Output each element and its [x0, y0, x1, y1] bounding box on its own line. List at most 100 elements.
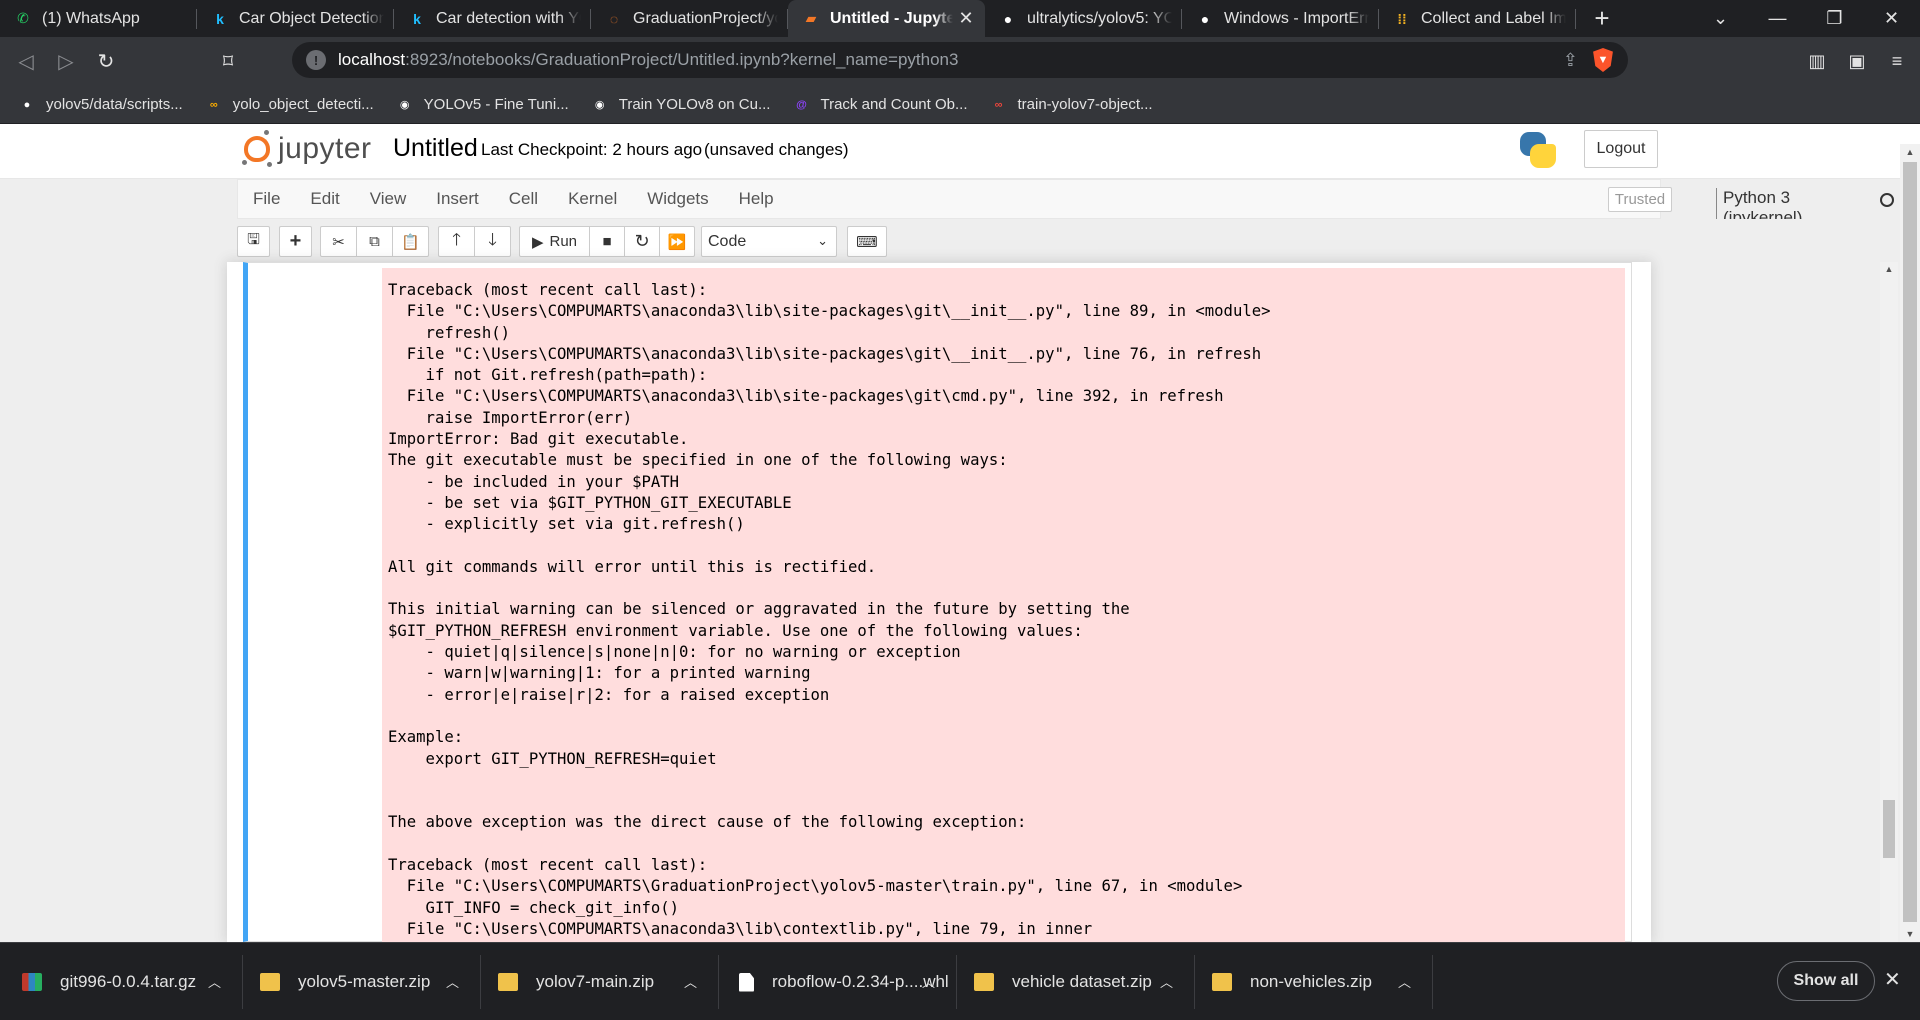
bookmark-label: Train YOLOv8 on Cu... — [618, 96, 771, 113]
notebook-name[interactable]: Untitled — [393, 134, 478, 163]
menu-items: File Edit View Insert Cell Kernel Widgets Help — [238, 189, 789, 209]
chevron-up-icon[interactable]: ︿ — [446, 972, 459, 991]
move-up-icon[interactable]: 🡑 — [438, 226, 475, 257]
insert-cell-icon[interactable]: + — [279, 226, 312, 257]
menu-view[interactable]: View — [355, 189, 422, 209]
download-item[interactable]: yolov7-main.zip ︿ — [498, 952, 712, 1012]
traceback-line: - explicitly set via git.refresh() — [388, 515, 745, 534]
bookmark-item[interactable]: @ Track and Count Ob... — [792, 96, 967, 114]
jupyter-logo[interactable]: jupyter — [242, 130, 372, 168]
browser-tab[interactable]: ● ultralytics/yolov5: YOLOv5 — [985, 0, 1182, 37]
browser-tab[interactable]: ✆ (1) WhatsApp — [0, 0, 197, 37]
traceback-line: - warn|w|warning|1: for a printed warnin… — [388, 664, 811, 683]
reload-icon[interactable]: ↻ — [86, 42, 126, 82]
move-down-icon[interactable]: 🡓 — [474, 226, 511, 257]
browser-menu-icon[interactable]: ≡ — [1884, 51, 1910, 72]
interrupt-icon[interactable]: ■ — [589, 226, 625, 257]
download-item[interactable]: git996-0.0.4.tar.gz ︿ — [22, 952, 236, 1012]
scroll-up-icon[interactable]: ▲ — [1880, 264, 1898, 274]
browser-right-controls: ▥ ▣ ≡ — [1804, 37, 1910, 86]
notebook-toolbar: 🖫 + ✂ ⧉ 📋 🡑 🡓 ▶ Run ■ ↻ ⏩ Code ⌄ ⌨ — [0, 219, 1920, 262]
page-scrollbar[interactable]: ▲ ▼ — [1900, 144, 1920, 942]
cut-icon[interactable]: ✂ — [320, 226, 357, 257]
bookmark-item[interactable]: ◉ Train YOLOv8 on Cu... — [591, 96, 771, 114]
bookmark-item[interactable]: ◉ YOLOv5 - Fine Tuni... — [396, 96, 569, 114]
chevron-up-icon[interactable]: ︿ — [1398, 972, 1411, 991]
brave-shields-icon[interactable]: ▼ — [1593, 48, 1613, 72]
browser-tab[interactable]: ⁞⁞ Collect and Label Images — [1379, 0, 1576, 37]
site-icon: ◉ — [594, 99, 605, 111]
tab-search-chevron-icon[interactable]: ⌄ — [1692, 0, 1749, 37]
restart-kernel-icon[interactable]: ↻ — [624, 226, 660, 257]
scroll-up-icon[interactable]: ▲ — [1900, 144, 1920, 160]
traceback-line: - quiet|q|silence|s|none|n|0: for no war… — [388, 643, 961, 662]
menu-kernel[interactable]: Kernel — [553, 189, 632, 209]
traceback-line: File "C:\Users\COMPUMARTS\anaconda3\lib\… — [388, 919, 1093, 938]
bookmark-item[interactable]: ∞ train-yolov7-object... — [990, 96, 1153, 114]
close-downloads-icon[interactable]: ✕ — [1884, 967, 1901, 992]
bookmark-item[interactable]: ∞ yolo_object_detecti... — [205, 96, 374, 114]
show-all-downloads-button[interactable]: Show all — [1777, 961, 1875, 1001]
chevron-up-icon[interactable]: ︿ — [208, 972, 221, 991]
download-item[interactable]: non-vehicles.zip ︿ — [1212, 952, 1426, 1012]
close-window-icon[interactable]: ✕ — [1863, 0, 1920, 37]
jupyter-header: jupyter Untitled Last Checkpoint: 2 hour… — [0, 124, 1920, 179]
keyboard-shortcuts-icon[interactable]: ⌨ — [847, 226, 887, 257]
zip-folder-icon — [498, 973, 518, 991]
share-icon[interactable]: ⇪ — [1563, 50, 1578, 71]
page-scroll-thumb[interactable] — [1903, 162, 1917, 922]
address-bar[interactable]: ! localhost:8923/notebooks/GraduationPro… — [292, 42, 1628, 78]
traceback-line: This initial warning can be silenced or … — [388, 600, 1130, 619]
copy-icon[interactable]: ⧉ — [356, 226, 393, 257]
traceback-line: - be included in your $PATH — [388, 472, 680, 491]
wallet-icon[interactable]: ▣ — [1844, 51, 1870, 72]
download-item[interactable]: roboflow-0.2.34-p....whl ︿ — [736, 952, 950, 1012]
close-tab-icon[interactable]: ✕ — [957, 8, 975, 29]
browser-tab[interactable]: ◌ GraduationProject/yolov5 — [591, 0, 788, 37]
chevron-up-icon[interactable]: ︿ — [1160, 972, 1173, 991]
restore-icon[interactable]: ❐ — [1806, 0, 1863, 37]
save-icon[interactable]: 🖫 — [237, 226, 270, 257]
paste-icon[interactable]: 📋 — [392, 226, 429, 257]
forward-arrow-icon[interactable]: ▷ — [46, 42, 86, 82]
traceback-line: if not Git.refresh(path=path): — [388, 366, 708, 385]
browser-tab[interactable]: k Car Object Detection | Kaggle — [197, 0, 394, 37]
browser-tab[interactable]: ▰ Untitled - Jupyter Notebook✕ — [788, 0, 985, 37]
browser-tab[interactable]: k Car detection with YOLOv8 — [394, 0, 591, 37]
chevron-down-icon: ⌄ — [817, 233, 828, 248]
whatsapp-icon: ✆ — [17, 10, 29, 26]
jupyter-wordmark: jupyter — [278, 132, 372, 165]
menu-widgets[interactable]: Widgets — [632, 189, 723, 209]
menu-file[interactable]: File — [238, 189, 295, 209]
bookmark-icon[interactable]: ⌑ — [208, 42, 248, 82]
minimize-icon[interactable]: — — [1749, 0, 1806, 37]
last-checkpoint: Last Checkpoint: 2 hours ago — [481, 140, 703, 159]
back-arrow-icon[interactable]: ◁ — [6, 42, 46, 82]
downloads-bar: Show all ✕ git996-0.0.4.tar.gz ︿ yolov5-ma… — [0, 942, 1920, 1020]
chevron-up-icon[interactable]: ︿ — [922, 972, 935, 991]
sidebar-toggle-icon[interactable]: ▥ — [1804, 51, 1830, 72]
chevron-up-icon[interactable]: ︿ — [684, 972, 697, 991]
site-info-icon[interactable]: ! — [306, 50, 326, 70]
restart-run-all-icon[interactable]: ⏩ — [659, 226, 695, 257]
scroll-down-icon[interactable]: ▼ — [1900, 926, 1920, 942]
logout-button[interactable]: Logout — [1584, 130, 1658, 168]
download-filename: non-vehicles.zip — [1250, 972, 1372, 991]
menu-insert[interactable]: Insert — [421, 189, 494, 209]
github-icon: ● — [1200, 10, 1210, 27]
download-item[interactable]: yolov5-master.zip ︿ — [260, 952, 474, 1012]
menu-edit[interactable]: Edit — [295, 189, 354, 209]
browser-tab[interactable]: ● Windows - ImportError — [1182, 0, 1379, 37]
output-scroll-thumb[interactable] — [1883, 800, 1895, 858]
download-item[interactable]: vehicle dataset.zip ︿ — [974, 952, 1188, 1012]
run-button[interactable]: ▶ Run — [519, 226, 590, 257]
menu-help[interactable]: Help — [724, 189, 789, 209]
trusted-indicator[interactable]: Trusted — [1608, 187, 1672, 212]
cell-type-select[interactable]: Code ⌄ — [701, 226, 837, 257]
menu-cell[interactable]: Cell — [494, 189, 553, 209]
output-scrollbar[interactable]: ▲ — [1880, 262, 1898, 942]
bookmark-item[interactable]: ● yolov5/data/scripts... — [18, 96, 183, 114]
bookmarks-bar: ● yolov5/data/scripts... ∞ yolo_object_dete… — [0, 86, 1920, 124]
traceback-line: Traceback (most recent call last): — [388, 856, 708, 875]
new-tab-button[interactable]: + — [1576, 0, 1628, 37]
